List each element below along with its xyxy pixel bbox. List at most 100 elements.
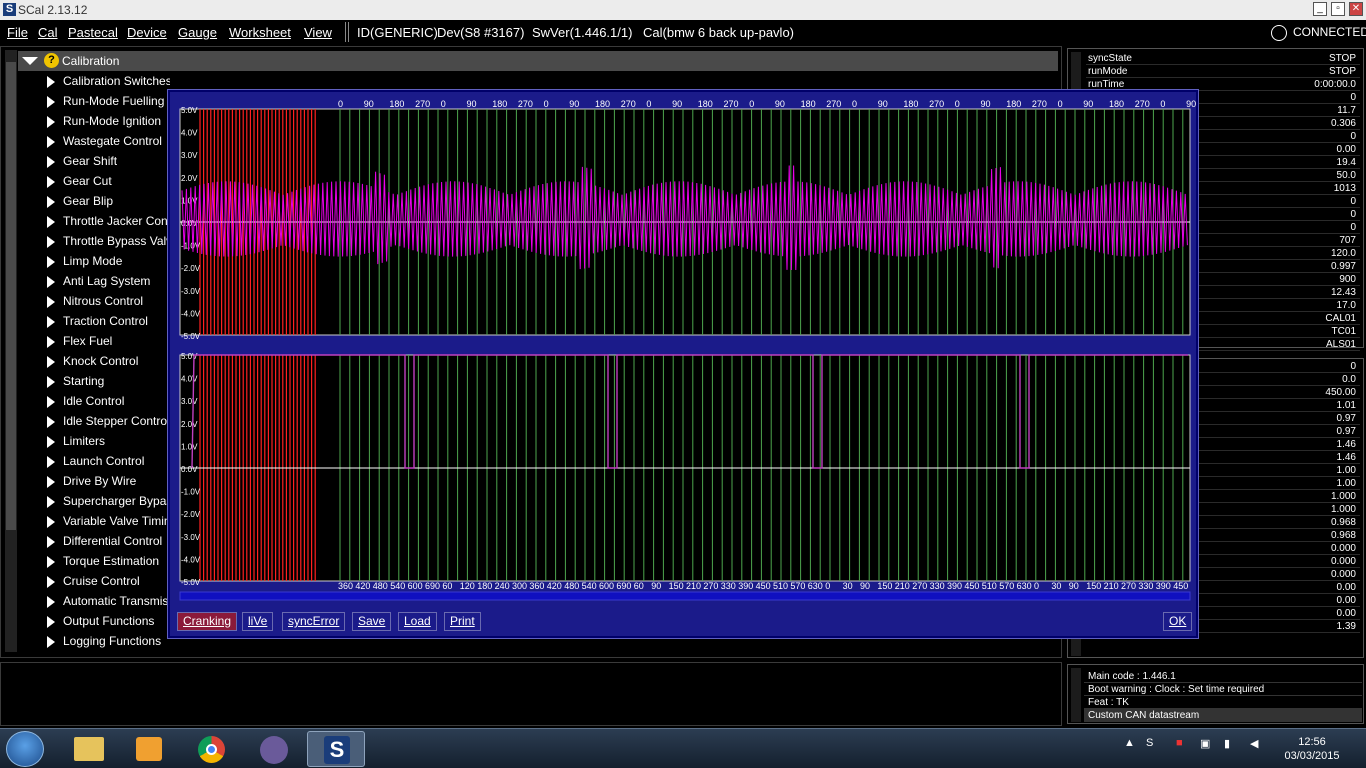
expand-icon bbox=[47, 116, 55, 128]
tree-item[interactable]: Limiters bbox=[45, 431, 170, 451]
x-tick-label: 0 bbox=[441, 99, 446, 109]
tree-item[interactable]: Run-Mode Ignition bbox=[45, 111, 170, 131]
x-tick-label: 360 bbox=[529, 581, 544, 591]
security-tray-icon[interactable]: ■ bbox=[1176, 737, 1183, 749]
maximize-button[interactable]: ▫ bbox=[1331, 2, 1345, 16]
tree-item[interactable]: Logging Functions bbox=[45, 631, 170, 651]
tree-item[interactable]: Drive By Wire bbox=[45, 471, 170, 491]
menu-view[interactable]: View bbox=[304, 25, 332, 40]
tree-item[interactable]: Starting bbox=[45, 371, 170, 391]
tree-item[interactable]: Wastegate Control bbox=[45, 131, 170, 151]
tree-item[interactable]: Cruise Control bbox=[45, 571, 170, 591]
app-taskbar-icon[interactable] bbox=[244, 731, 302, 767]
live-data-value: 0 bbox=[1350, 92, 1356, 103]
ok-button[interactable]: OK bbox=[1163, 612, 1193, 631]
tree-item[interactable]: Idle Control bbox=[45, 391, 170, 411]
live-data-value: 0.000 bbox=[1330, 556, 1356, 567]
tree-item[interactable]: Throttle Jacker Control bbox=[45, 211, 170, 231]
scal-tray-icon[interactable]: S bbox=[1146, 737, 1153, 749]
minimize-button[interactable]: _ bbox=[1313, 2, 1327, 16]
tree-item[interactable]: Limp Mode bbox=[45, 251, 170, 271]
tray-expand-icon[interactable]: ▲ bbox=[1124, 737, 1135, 749]
live-data-value: STOP bbox=[1328, 53, 1356, 64]
tree-item[interactable]: Anti Lag System bbox=[45, 271, 170, 291]
menu-bar: File Cal Pastecal Device Gauge Worksheet… bbox=[0, 20, 1366, 44]
expand-icon bbox=[47, 156, 55, 168]
menu-worksheet[interactable]: Worksheet bbox=[229, 25, 291, 40]
tree-item[interactable]: Launch Control bbox=[45, 451, 170, 471]
tree-item[interactable]: Supercharger Bypass bbox=[45, 491, 170, 511]
live-data-row[interactable]: syncState STOP bbox=[1086, 52, 1360, 65]
live-data-value: 12.43 bbox=[1330, 287, 1356, 298]
menu-device[interactable]: Device bbox=[127, 25, 167, 40]
tree-item-label: Launch Control bbox=[63, 454, 145, 468]
menu-gauge[interactable]: Gauge bbox=[178, 25, 217, 40]
tree-item-label: Throttle Jacker Control bbox=[63, 214, 170, 228]
network-tray-icon[interactable]: ▮ bbox=[1224, 737, 1230, 750]
tree-item[interactable]: Automatic Transmission bbox=[45, 591, 170, 611]
x-tick-label: 270 bbox=[415, 99, 430, 109]
live-button[interactable]: liVe bbox=[242, 612, 274, 631]
tree-item[interactable]: Torque Estimation bbox=[45, 551, 170, 571]
chrome-taskbar-icon[interactable] bbox=[182, 731, 240, 767]
cranking-button[interactable]: Cranking bbox=[177, 612, 238, 631]
y-tick-label: 2.0V bbox=[181, 420, 198, 429]
save-button[interactable]: Save bbox=[352, 612, 392, 631]
tree-item-label: Limp Mode bbox=[63, 254, 123, 268]
tree-item[interactable]: Variable Valve Timing bbox=[45, 511, 170, 531]
tree-item[interactable]: Gear Cut bbox=[45, 171, 170, 191]
explorer-taskbar-icon[interactable] bbox=[60, 731, 118, 767]
scal-taskbar-icon[interactable]: S bbox=[307, 731, 365, 767]
status-scrollbar[interactable] bbox=[1071, 668, 1081, 722]
live-data-row[interactable]: runMode STOP bbox=[1086, 65, 1360, 78]
tree-scrollbar[interactable] bbox=[5, 50, 17, 652]
x-tick-label: 210 bbox=[686, 581, 701, 591]
tree-item[interactable]: Knock Control bbox=[45, 351, 170, 371]
tree-item[interactable]: Calibration Switches bbox=[45, 71, 170, 91]
expand-icon bbox=[47, 476, 55, 488]
live-data-value: 1.01 bbox=[1336, 400, 1356, 411]
tree-item[interactable]: Run-Mode Fuelling bbox=[45, 91, 170, 111]
tree-item[interactable]: Throttle Bypass Valve bbox=[45, 231, 170, 251]
tree-item[interactable]: Output Functions bbox=[45, 611, 170, 631]
expand-icon bbox=[47, 236, 55, 248]
tree-item-label: Supercharger Bypass bbox=[63, 494, 170, 508]
x-tick-label: 180 bbox=[595, 99, 610, 109]
y-tick-label: -4.0V bbox=[181, 309, 201, 318]
load-button[interactable]: Load bbox=[398, 612, 437, 631]
live-data-value: 1013 bbox=[1333, 183, 1356, 194]
x-tick-label: 360 bbox=[338, 581, 353, 591]
tree-item[interactable]: Traction Control bbox=[45, 311, 170, 331]
tree-item[interactable]: Gear Shift bbox=[45, 151, 170, 171]
connection-status: CONNECTED bbox=[1293, 25, 1366, 39]
media-player-taskbar-icon[interactable] bbox=[120, 731, 178, 767]
device-tray-icon[interactable]: ▣ bbox=[1200, 737, 1210, 750]
tree-item[interactable]: Idle Stepper Control bbox=[45, 411, 170, 431]
menu-file[interactable]: File bbox=[7, 25, 28, 40]
start-button[interactable] bbox=[6, 731, 44, 767]
expand-icon bbox=[47, 376, 55, 388]
tree-item[interactable]: Differential Control bbox=[45, 531, 170, 551]
scrollbar-thumb[interactable] bbox=[6, 62, 16, 530]
clock-date: 03/03/2015 bbox=[1284, 750, 1340, 762]
close-button[interactable]: ✕ bbox=[1349, 2, 1363, 16]
status-line: Feat : TK bbox=[1084, 696, 1362, 709]
live-data-value: 0:00:00.0 bbox=[1314, 79, 1356, 90]
menu-pastecal[interactable]: Pastecal bbox=[68, 25, 118, 40]
menu-cal[interactable]: Cal bbox=[38, 25, 58, 40]
expand-icon bbox=[47, 396, 55, 408]
tree-item[interactable]: Flex Fuel bbox=[45, 331, 170, 351]
x-tick-label: 180 bbox=[477, 581, 492, 591]
tree-item-label: Torque Estimation bbox=[63, 554, 160, 568]
x-tick-label: 180 bbox=[492, 99, 507, 109]
tree-root-calibration[interactable]: ? Calibration bbox=[18, 51, 1058, 71]
print-button[interactable]: Print bbox=[444, 612, 481, 631]
sync-error-button[interactable]: syncError bbox=[282, 612, 346, 631]
tree-item[interactable]: Nitrous Control bbox=[45, 291, 170, 311]
x-tick-label: 210 bbox=[895, 581, 910, 591]
x-tick-label: 150 bbox=[1086, 581, 1101, 591]
x-tick-label: 90 bbox=[860, 581, 870, 591]
system-clock[interactable]: 12:56 03/03/2015 bbox=[1282, 735, 1342, 763]
tree-item[interactable]: Gear Blip bbox=[45, 191, 170, 211]
volume-tray-icon[interactable]: ◀ bbox=[1250, 737, 1258, 750]
